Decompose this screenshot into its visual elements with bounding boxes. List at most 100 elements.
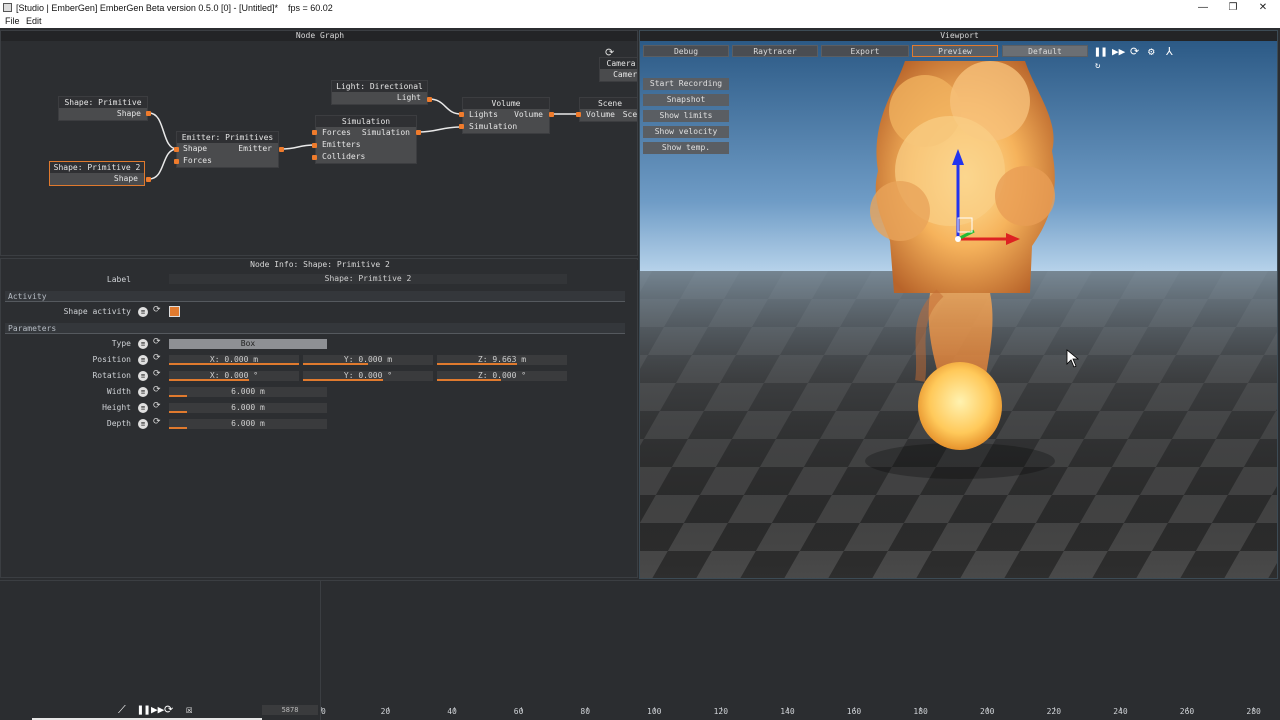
input-port[interactable] (312, 130, 317, 135)
input-port[interactable] (576, 112, 581, 117)
output-port[interactable] (146, 177, 151, 182)
input-port[interactable] (312, 155, 317, 160)
timeline-tick-label: 60 (513, 707, 524, 716)
port-label: Forces (322, 128, 351, 137)
slider-fill (169, 363, 299, 365)
loop-icon[interactable]: ⟳ (164, 703, 173, 716)
port-label: Emitter (238, 144, 272, 153)
menu-icon[interactable]: ≡ (138, 307, 148, 317)
shape-activity-checkbox[interactable] (169, 306, 180, 317)
fast-forward-icon[interactable]: ▶▶ (1112, 45, 1125, 58)
node-light-directional[interactable]: Light: Directional Light (331, 80, 428, 105)
timeline-tick-label: 260 (1179, 707, 1195, 716)
timeline-tick-label: 280 (1246, 707, 1261, 716)
menu-icon[interactable]: ≡ (138, 339, 148, 349)
reset-icon[interactable]: ⟳ (153, 417, 161, 427)
frame-counter[interactable]: 5878 (262, 705, 318, 715)
section-activity[interactable]: Activity (5, 291, 625, 302)
pause-icon[interactable]: ❚❚ (137, 703, 150, 716)
show-limits-button[interactable]: Show limits (643, 110, 729, 122)
start-recording-button[interactable]: Start Recording (643, 78, 729, 90)
timeline-tick-label: 0 (321, 707, 326, 716)
output-port[interactable] (146, 111, 151, 116)
window-title: [Studio | EmberGen] EmberGen Beta versio… (16, 3, 333, 13)
width-value: 6.000 m (231, 387, 265, 396)
snapshot-button[interactable]: Snapshot (643, 94, 729, 106)
node-info-title: Node Info: Shape: Primitive 2 (1, 260, 639, 270)
node-title: Simulation (316, 116, 416, 127)
menu-edit[interactable]: Edit (26, 16, 42, 26)
timeline-tick-label: 220 (1046, 707, 1062, 716)
menu-file[interactable]: File (5, 16, 20, 26)
node-emitter-primitives[interactable]: Emitter: Primitives Shape Emitter Forces (176, 131, 279, 168)
timeline-tick-label: 120 (713, 707, 729, 716)
depth-input[interactable]: 6.000 m (169, 419, 327, 429)
type-dropdown[interactable]: Box (169, 339, 327, 349)
minimize-button[interactable]: — (1188, 1, 1218, 15)
node-scene[interactable]: Scene Volume Scen (579, 97, 637, 122)
port-label: Volume (586, 110, 615, 119)
output-port[interactable] (279, 147, 284, 152)
tab-preview[interactable]: Preview (912, 45, 998, 57)
port-label: Camera (613, 70, 638, 79)
show-temp-button[interactable]: Show temp. (643, 142, 729, 154)
section-parameters[interactable]: Parameters (5, 323, 625, 334)
node-shape-primitive-2[interactable]: Shape: Primitive 2 Shape (49, 161, 145, 186)
menu-icon[interactable]: ≡ (138, 371, 148, 381)
tab-raytracer[interactable]: Raytracer (732, 45, 818, 57)
maximize-button[interactable]: ❐ (1218, 1, 1248, 15)
tab-export[interactable]: Export (821, 45, 909, 57)
tab-debug[interactable]: Debug (643, 45, 729, 57)
axes-icon[interactable]: ⅄ (1166, 45, 1173, 58)
input-port[interactable] (459, 124, 464, 129)
tab-default[interactable]: Default (1002, 45, 1088, 57)
position-z-input[interactable]: Z: 9.663 m (437, 355, 567, 365)
show-velocity-button[interactable]: Show velocity (643, 126, 729, 138)
height-label: Height (102, 403, 131, 412)
port-label: Light (396, 93, 421, 102)
menu-icon[interactable]: ≡ (138, 419, 148, 429)
slider-fill (437, 363, 517, 365)
output-port[interactable] (427, 97, 432, 102)
fast-forward-icon[interactable]: ▶▶ (151, 703, 164, 716)
rotation-y-input[interactable]: Y: 0.000 ° (303, 371, 433, 381)
timeline-panel[interactable]: ⟋ ❚❚ ▶▶ ⟳ ☒ 5878 0 20 40 60 80 100 120 140 160 18… (0, 580, 1280, 720)
label-input[interactable]: Shape: Primitive 2 (169, 274, 567, 284)
reset-icon[interactable]: ⟳ (153, 401, 161, 411)
clear-icon[interactable]: ☒ (186, 703, 193, 716)
input-port[interactable] (459, 112, 464, 117)
viewport-panel[interactable]: Viewport Debug Raytracer Export Preview … (639, 30, 1278, 579)
port-label: Volume (514, 110, 543, 119)
input-port[interactable] (174, 147, 179, 152)
curve-icon[interactable]: ⟋ (118, 703, 126, 717)
output-port[interactable] (416, 130, 421, 135)
node-camera[interactable]: Camera Camera (599, 57, 638, 82)
menu-icon[interactable]: ≡ (138, 355, 148, 365)
output-port[interactable] (549, 112, 554, 117)
position-y-input[interactable]: Y: 0.000 m (303, 355, 433, 365)
height-input[interactable]: 6.000 m (169, 403, 327, 413)
width-input[interactable]: 6.000 m (169, 387, 327, 397)
close-button[interactable]: ✕ (1248, 1, 1278, 15)
reset-icon[interactable]: ⟳ (153, 353, 161, 363)
input-port[interactable] (312, 143, 317, 148)
reset-icon[interactable]: ⟳ (153, 369, 161, 379)
rotation-z-input[interactable]: Z: 0.000 ° (437, 371, 567, 381)
rotation-x-input[interactable]: X: 0.000 ° (169, 371, 299, 381)
node-simulation[interactable]: Simulation Forces Simulation Emitters Col… (315, 115, 417, 164)
slider-fill (303, 363, 368, 365)
reset-icon[interactable]: ⟳ (153, 305, 161, 315)
node-shape-primitive[interactable]: Shape: Primitive Shape (58, 96, 148, 121)
pause-icon[interactable]: ❚❚ (1094, 45, 1107, 58)
menu-icon[interactable]: ≡ (138, 403, 148, 413)
reset-icon[interactable]: ⟳ (153, 385, 161, 395)
reset-icon[interactable]: ⟳ (153, 337, 161, 347)
menu-icon[interactable]: ≡ (138, 387, 148, 397)
rotation-label: Rotation (92, 371, 131, 380)
restart-icon[interactable]: ⟳ (1130, 45, 1139, 58)
gear-icon[interactable]: ⚙ (1148, 45, 1155, 58)
position-x-input[interactable]: X: 0.000 m (169, 355, 299, 365)
node-volume[interactable]: Volume Lights Volume Simulation (462, 97, 550, 134)
reset-camera-icon[interactable]: ↻ (1095, 61, 1100, 71)
input-port[interactable] (174, 159, 179, 164)
